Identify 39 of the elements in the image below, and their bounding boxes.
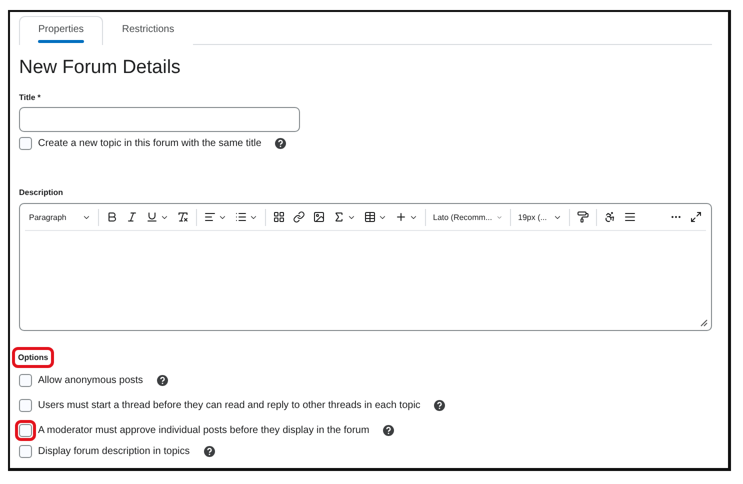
field-label: Title * [19,93,42,102]
help-icon[interactable] [275,138,286,149]
format-dropdown[interactable]: Paragraph [25,212,95,222]
checkbox[interactable] [19,424,32,437]
help-icon[interactable] [204,446,215,457]
title-input[interactable] [19,107,300,132]
insert-icon [395,211,407,223]
format-painter-icon [577,211,589,223]
image-icon [313,211,325,223]
bold-icon [106,211,118,223]
page-heading: New Forum Details [19,57,182,79]
option-label: A moderator must approve individual posts before they display in the forum [38,425,370,436]
field-label: Description [19,188,64,197]
help-icon[interactable] [383,425,394,436]
equation-icon [333,211,345,223]
help-icon[interactable] [157,375,168,386]
fullscreen-icon [690,211,702,223]
help-icon[interactable] [434,400,446,411]
underline-icon [146,211,158,223]
option-label: Display forum description in topics [38,446,190,457]
option-label: Create a new topic in this forum with the same title [38,138,262,149]
link-icon [293,211,305,223]
section-heading: Options [12,347,54,368]
resize-handle-icon[interactable] [700,319,708,327]
checkbox[interactable] [19,137,32,150]
option-label: Users must start a thread before they can read and reply to other threads in each topic [38,400,420,411]
font-dropdown[interactable]: Lato (Recomm... [429,212,507,222]
checkbox[interactable] [19,374,32,387]
size-dropdown[interactable]: 19px (... [514,212,566,222]
tab[interactable]: Properties [19,16,103,45]
align-icon [204,211,216,223]
rich-text-editor[interactable]: Paragraph Lato (Recomm... 19px (... [19,203,712,331]
italic-icon [126,211,138,223]
text-style-icon [177,211,189,223]
option-label: Allow anonymous posts [38,375,144,386]
checkbox[interactable] [19,399,32,412]
table-icon [364,211,376,223]
accessibility-icon [604,211,616,223]
checkbox[interactable] [19,445,32,458]
